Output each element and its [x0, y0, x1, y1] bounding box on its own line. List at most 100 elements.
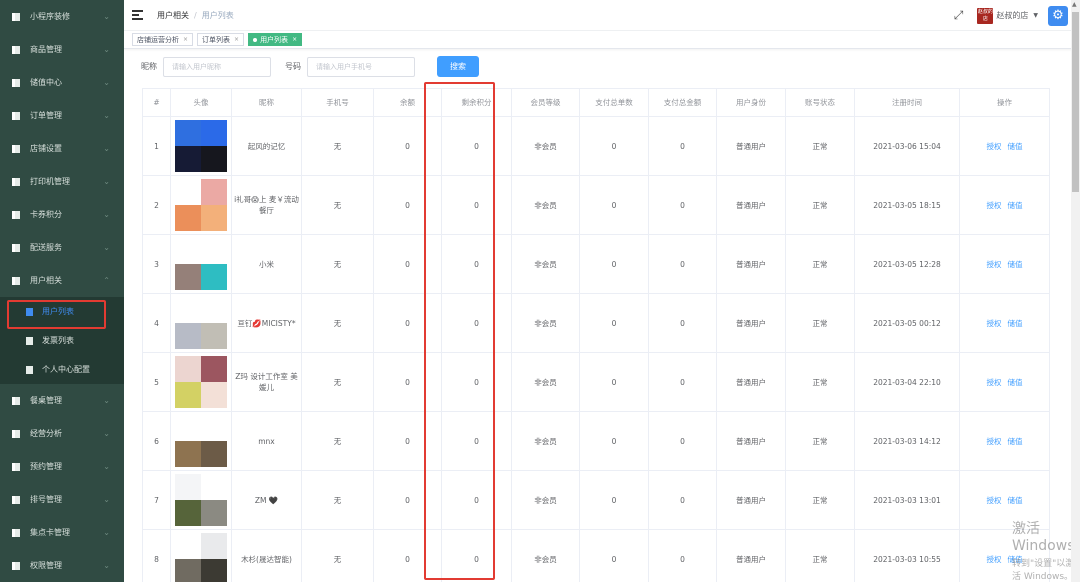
sidebar-subitem[interactable]: 发票列表	[0, 326, 124, 355]
table-row: 1 起风的记忆无 0 0 非会员 0 0 普通用户 正常 2021-03-06 15:04 授权 储值	[142, 116, 1050, 176]
authorize-link[interactable]: 授权	[987, 319, 1002, 328]
avatar-tile	[175, 474, 201, 500]
avatar-tile	[175, 179, 201, 205]
fullscreen-icon[interactable]: ⤢	[954, 8, 964, 23]
tag-label: 店铺运营分析	[137, 35, 179, 44]
authorize-link[interactable]: 授权	[987, 437, 1002, 446]
close-icon[interactable]: ×	[234, 36, 239, 43]
breadcrumb-current: 用户列表	[201, 10, 234, 20]
sidebar-item[interactable]: 卡券积分 ⌄	[0, 198, 124, 231]
settings-button[interactable]: ⚙	[1048, 5, 1068, 26]
identity-cell: 普通用户	[716, 470, 786, 530]
avatar-tile	[175, 120, 201, 146]
search-button[interactable]: 搜索	[437, 56, 479, 77]
sidebar-item[interactable]: 用户相关 ⌃	[0, 264, 124, 297]
authorize-link[interactable]: 授权	[987, 201, 1002, 210]
tag-order-list[interactable]: 订单列表 ×	[197, 33, 245, 46]
chevron-down-icon: ⌄	[103, 429, 110, 438]
sidebar-item[interactable]: 餐桌管理 ⌄	[0, 384, 124, 417]
sidebar-item[interactable]: 订单管理 ⌄	[0, 99, 124, 132]
table-row: 8 木杉(晟达智能) 无 0 0 非会员 0 0 普通用户 正常 2021-03-03 10:55 授…	[142, 529, 1050, 582]
authorize-link[interactable]: 授权	[987, 260, 1002, 269]
balance-cell: 0	[373, 116, 442, 176]
tag-user-list[interactable]: 用户列表 ×	[248, 33, 303, 46]
orders-cell: 0	[579, 234, 649, 294]
scrollbar-thumb[interactable]	[1072, 12, 1079, 192]
avatar-tile	[175, 441, 201, 467]
sidebar: 小程序装修 ⌄ 商品管理 ⌄ 储值中心 ⌄ 订单管理 ⌄ 店铺设置 ⌄ 打印机管理 ⌄ 卡券积分 ⌄ 配送服…	[0, 0, 124, 582]
phone-cell: 无	[301, 470, 374, 530]
avatar-tile	[201, 500, 227, 526]
breadcrumb-separator: /	[194, 10, 197, 20]
reg-time-cell: 2021-03-03 14:12	[854, 411, 960, 471]
avatar-tile	[201, 559, 227, 582]
sidebar-item-label: 卡券积分	[30, 210, 62, 219]
shop-name[interactable]: 赵叔的店	[996, 10, 1028, 21]
orders-cell: 0	[579, 293, 649, 353]
chevron-down-icon: ⌄	[103, 462, 110, 471]
actions-cell: 授权 储值	[959, 234, 1050, 294]
recharge-link[interactable]: 储值	[1008, 319, 1023, 328]
sidebar-item[interactable]: 储值中心 ⌄	[0, 66, 124, 99]
gear-icon: ⚙	[1052, 8, 1064, 23]
hamburger-icon[interactable]	[132, 10, 143, 20]
sidebar-item[interactable]: 小程序装修 ⌄	[0, 0, 124, 33]
recharge-link[interactable]: 储值	[1008, 496, 1023, 505]
avatar-tile	[175, 238, 201, 264]
menu-icon	[12, 144, 20, 153]
phone-input[interactable]	[307, 56, 415, 77]
amount-cell: 0	[648, 470, 717, 530]
sidebar-item[interactable]: 店铺设置 ⌄	[0, 132, 124, 165]
sidebar-item[interactable]: 打印机管理 ⌄	[0, 165, 124, 198]
scroll-up-icon[interactable]: ▲	[1072, 1, 1077, 8]
avatar-tile	[201, 146, 227, 172]
sidebar-item-label: 预约管理	[30, 462, 62, 471]
sidebar-subitem[interactable]: 用户列表	[0, 297, 124, 329]
nickname-cell: Z玛 设计工作室 美媛儿	[231, 352, 302, 412]
authorize-link[interactable]: 授权	[987, 496, 1002, 505]
avatar-tile	[201, 179, 227, 205]
recharge-link[interactable]: 储值	[1008, 142, 1023, 151]
recharge-link[interactable]: 储值	[1008, 201, 1023, 210]
authorize-link[interactable]: 授权	[987, 378, 1002, 387]
sidebar-subitem[interactable]: 个人中心配置	[0, 355, 124, 384]
table-row: 7 ZM 🖤 无 0 0 非会员 0 0 普通用户 正常 2021-03-03 13:01 授权 储值	[142, 470, 1050, 530]
breadcrumb-parent[interactable]: 用户相关	[157, 10, 189, 21]
sidebar-item-label: 集点卡管理	[30, 528, 70, 537]
level-cell: 非会员	[511, 352, 580, 412]
menu-icon	[12, 78, 20, 87]
balance-cell: 0	[373, 175, 442, 235]
caret-down-icon[interactable]: ▼	[1033, 12, 1038, 19]
identity-cell: 普通用户	[716, 175, 786, 235]
menu-icon	[12, 243, 20, 252]
sidebar-item[interactable]: 集点卡管理 ⌄	[0, 516, 124, 549]
sidebar-item[interactable]: 权限管理 ⌄	[0, 549, 124, 582]
status-cell: 正常	[785, 175, 855, 235]
recharge-link[interactable]: 储值	[1008, 555, 1023, 564]
points-cell: 0	[441, 411, 512, 471]
phone-cell: 无	[301, 293, 374, 353]
close-icon[interactable]: ×	[292, 36, 297, 43]
recharge-link[interactable]: 储值	[1008, 378, 1023, 387]
nickname-cell: 亘钉💋MICISTY*	[231, 293, 302, 353]
row-index: 4	[142, 293, 171, 353]
avatar-tile	[201, 297, 227, 323]
user-table: # 头像 昵称 手机号 余额 剩余积分 会员等级 支付总单数 支付总金额 用户身份 账号状态 注册时间…	[142, 88, 1050, 582]
authorize-link[interactable]: 授权	[987, 142, 1002, 151]
sidebar-item[interactable]: 排号管理 ⌄	[0, 483, 124, 516]
scrollbar[interactable]: ▲	[1071, 0, 1080, 582]
sidebar-item[interactable]: 商品管理 ⌄	[0, 33, 124, 66]
authorize-link[interactable]: 授权	[987, 555, 1002, 564]
sidebar-item-label: 店铺设置	[30, 144, 62, 153]
level-cell: 非会员	[511, 470, 580, 530]
sidebar-item[interactable]: 预约管理 ⌄	[0, 450, 124, 483]
nickname-input[interactable]	[163, 56, 271, 77]
chevron-down-icon: ⌄	[103, 495, 110, 504]
sidebar-item[interactable]: 配送服务 ⌄	[0, 231, 124, 264]
tag-store-analysis[interactable]: 店铺运营分析 ×	[132, 33, 194, 46]
recharge-link[interactable]: 储值	[1008, 260, 1023, 269]
recharge-link[interactable]: 储值	[1008, 437, 1023, 446]
sidebar-item[interactable]: 经营分析 ⌄	[0, 417, 124, 450]
column-header: 账号状态	[785, 88, 855, 117]
close-icon[interactable]: ×	[183, 36, 188, 43]
